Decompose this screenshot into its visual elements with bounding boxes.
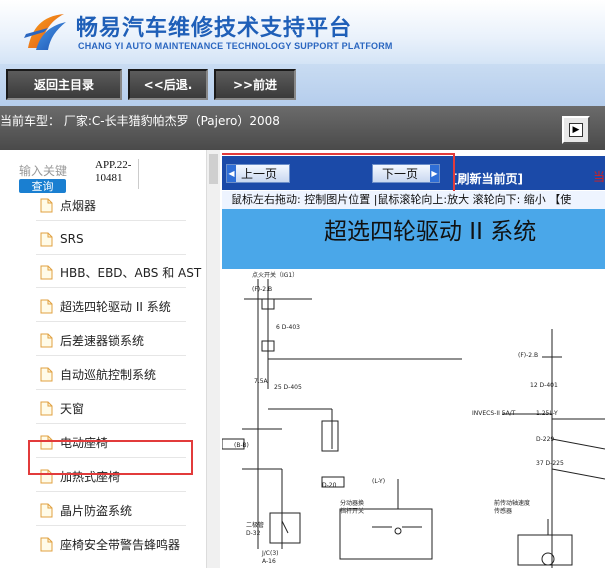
svg-text:25 D-405: 25 D-405 [274, 384, 302, 391]
svg-text:(F)-2.B: (F)-2.B [252, 286, 272, 293]
svg-text:D-32: D-32 [246, 530, 261, 537]
nav-bar: 返回主目录 <<后退. >>前进 [0, 64, 605, 106]
app-header: 畅易汽车维修技术支持平台 CHANG YI AUTO MAINTENANCE T… [0, 0, 605, 64]
svg-text:前传动轴速度: 前传动轴速度 [494, 499, 530, 507]
document-icon [40, 198, 53, 212]
svg-text:37 D-225: 37 D-225 [536, 460, 564, 467]
truncated-label: 当 [593, 170, 605, 184]
svg-text:6 D-403: 6 D-403 [276, 324, 300, 331]
search-button[interactable]: 查询 [19, 179, 66, 193]
tree-item[interactable]: 晶片防盗系统 [40, 499, 132, 521]
svg-text:J/C(3): J/C(3) [261, 550, 278, 557]
selection-highlight [28, 440, 193, 475]
divider [36, 321, 186, 322]
document-icon [40, 401, 53, 415]
svg-text:档杆开关: 档杆开关 [340, 507, 364, 515]
svg-text:1.25L-Y: 1.25L-Y [536, 410, 558, 417]
svg-text:(L-Y): (L-Y) [372, 478, 385, 485]
refresh-page-link[interactable]: [刷新当前页] [452, 170, 523, 187]
vertical-scrollbar[interactable] [206, 150, 220, 568]
usage-hint: 鼠标左右拖动: 控制图片位置 |鼠标滚轮向上:放大 滚轮向下: 缩小 【使 [222, 191, 605, 209]
left-tree-panel: 输入关键 查询 APP.22-10481 点烟器 SRS HBB、EBD、ABS… [0, 150, 206, 568]
diagram-panel: ◀ 上一页 下一页 ▶ [刷新当前页] 当 鼠标左右拖动: 控制图片位置 |鼠标… [222, 150, 605, 568]
tree-item[interactable]: 座椅安全带警告蜂鸣器 [40, 533, 180, 555]
svg-text:传感器: 传感器 [494, 507, 512, 515]
tree-item[interactable]: 后差速器锁系统 [40, 329, 144, 351]
svg-text:二极管: 二极管 [246, 521, 264, 529]
document-icon [40, 265, 53, 279]
tree-item-label: 自动巡航控制系统 [60, 367, 157, 382]
svg-text:(B-B): (B-B) [234, 442, 249, 449]
divider [36, 491, 186, 492]
tree-item-label: 座椅安全带警告蜂鸣器 [60, 537, 181, 552]
tree-item-label: 超选四轮驱动 II 系统 [60, 299, 171, 314]
back-button[interactable]: <<后退. [128, 69, 208, 100]
diagram-header: 超选四轮驱动 II 系统 [222, 209, 605, 269]
panel-toggle-icon: ▶ [569, 123, 583, 137]
tree-item-label: 点烟器 [60, 198, 97, 213]
tree-item-label: HBB、EBD、ABS 和 AST [60, 265, 202, 280]
panel-toggle-button[interactable]: ▶ [562, 116, 590, 144]
svg-text:分动器换: 分动器换 [340, 499, 364, 507]
app-version: APP.22-10481 [95, 159, 139, 189]
tree-item[interactable]: 自动巡航控制系统 [40, 363, 156, 385]
tree-item[interactable]: 天窗 [40, 397, 84, 419]
svg-text:12 D-401: 12 D-401 [530, 382, 558, 389]
app-title: 畅易汽车维修技术支持平台 [76, 16, 353, 41]
divider [36, 287, 186, 288]
tree-item[interactable]: SRS [40, 228, 84, 250]
tree-item-label: 后差速器锁系统 [60, 333, 145, 348]
document-icon [40, 333, 53, 347]
tree-item-label: 晶片防盗系统 [60, 503, 133, 518]
search-label[interactable]: 输入关键 [19, 162, 67, 179]
svg-text:(F)-2.B: (F)-2.B [518, 352, 538, 359]
svg-text:点火开关（IG1）: 点火开关（IG1） [252, 271, 298, 279]
tree-item-selected[interactable]: 超选四轮驱动 II 系统 [40, 295, 171, 317]
document-icon [40, 299, 53, 313]
divider [36, 355, 186, 356]
svg-text:INVECS-II 5A/T: INVECS-II 5A/T [472, 410, 516, 417]
tree-item-label: SRS [60, 232, 84, 246]
pager-highlight [222, 153, 455, 193]
svg-text:D-20: D-20 [322, 482, 337, 489]
svg-text:A-16: A-16 [262, 558, 276, 565]
diagram-area[interactable]: 超选四轮驱动 II 系统 点火开关（IG1） (F)-2.B 6 D-403 7… [222, 209, 605, 568]
brand-logo-icon [24, 14, 66, 50]
car-info-bar: 当前车型： 厂家:C-长丰猎豹帕杰罗（Pajero）2008 ▶ [0, 106, 605, 150]
forward-button[interactable]: >>前进 [214, 69, 296, 100]
document-icon [40, 367, 53, 381]
scrollbar-thumb[interactable] [209, 154, 218, 184]
wiring-diagram[interactable]: 点火开关（IG1） (F)-2.B 6 D-403 7.5A 25 D-405 … [222, 269, 605, 568]
tree-item-label: 天窗 [60, 401, 85, 416]
divider [36, 423, 186, 424]
divider [36, 220, 186, 221]
tree-item[interactable]: 点烟器 [40, 194, 96, 216]
document-icon [40, 537, 53, 551]
svg-text:7.5A: 7.5A [254, 378, 269, 385]
tree-item[interactable]: HBB、EBD、ABS 和 AST [40, 261, 201, 283]
document-icon [40, 232, 53, 246]
svg-text:D-229: D-229 [536, 436, 554, 443]
document-icon [40, 503, 53, 517]
divider [36, 525, 186, 526]
app-subtitle: CHANG YI AUTO MAINTENANCE TECHNOLOGY SUP… [78, 41, 393, 51]
divider [36, 389, 186, 390]
home-button[interactable]: 返回主目录 [6, 69, 122, 100]
current-car-label: 当前车型： 厂家:C-长丰猎豹帕杰罗（Pajero）2008 [0, 114, 280, 128]
diagram-title: 超选四轮驱动 II 系统 [324, 219, 537, 245]
divider [36, 254, 186, 255]
